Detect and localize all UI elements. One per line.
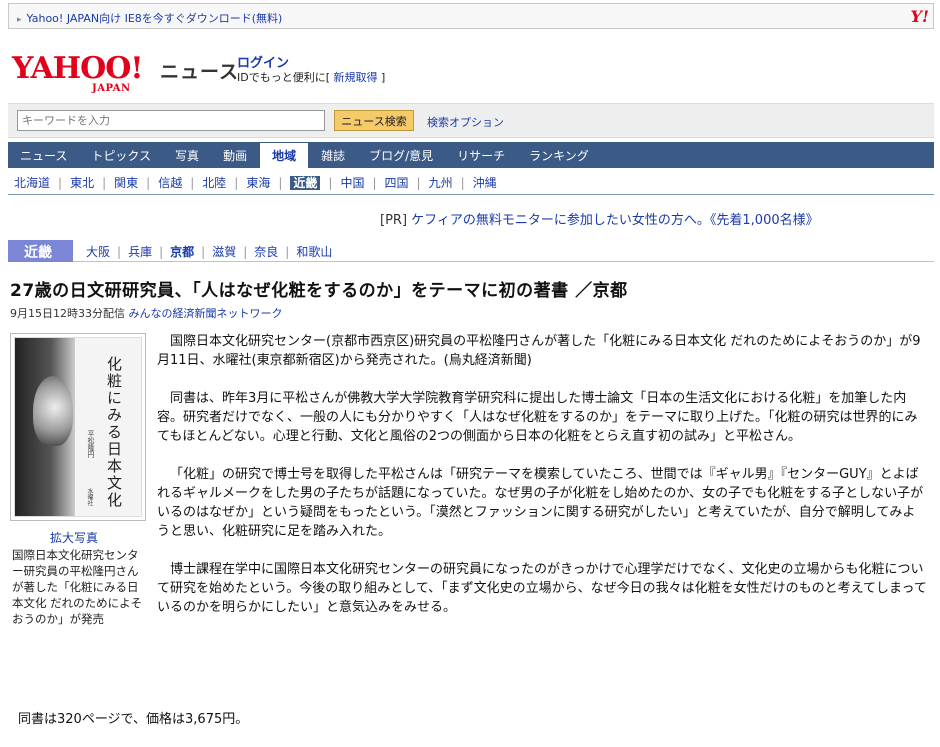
yahoo-logo-text: YAHOO! [12,51,144,86]
divider: | [58,176,63,190]
photo-caption: 国際日本文化研究センター研究員の平松隆円さんが著した「化粧にみる日本文化 だれの… [12,548,143,626]
subnav-shinetsu[interactable]: 信越 [158,176,182,190]
login-sub-prefix: IDでもっと便利に[ [237,71,331,84]
book-title: 化粧にみる日本文化 [105,356,123,509]
search-options-link[interactable]: 検索オプション [427,114,504,130]
pref-nara[interactable]: 奈良 [254,245,278,259]
subnav-kanto[interactable]: 関東 [114,176,138,190]
login-subtext: IDでもっと便利に[ 新規取得 ] [237,69,385,85]
subnav-kinki[interactable]: 近畿 [290,176,321,190]
divider: | [234,176,239,190]
register-link[interactable]: 新規取得 [334,71,378,84]
subnav-shikoku[interactable]: 四国 [385,176,409,190]
ie8-download-link[interactable]: ▸ Yahoo! JAPAN向け IE8を今すぐダウンロード(無料) [17,10,282,26]
subnav-tohoku[interactable]: 東北 [70,176,94,190]
divider: | [117,245,122,259]
tab-magazines[interactable]: 雑誌 [309,142,357,168]
divider: | [416,176,421,190]
divider: | [201,245,206,259]
top-utility-bar: ▸ Yahoo! JAPAN向け IE8を今すぐダウンロード(無料) Y! [8,3,934,29]
divider: | [102,176,107,190]
pr-tag: [PR] [380,213,408,228]
enlarge-photo-link[interactable]: 拡大写真 [50,529,98,546]
article-photo[interactable]: 化粧にみる日本文化 平松隆円 水曜社 [10,333,146,521]
search-input[interactable] [17,110,325,131]
article-headline: 27歳の日文研研究員、「人はなぜ化粧をするのか」をテーマに初の著書 ／京都 [10,281,628,301]
book-cover-image: 化粧にみる日本文化 平松隆円 水曜社 [14,337,142,517]
yahoo-japan-logo[interactable]: YAHOO! JAPAN [12,51,162,95]
article-paragraph: 同書は、昨年3月に平松さんが佛教大学大学院教育学研究科に提出した博士論文「日本の… [157,391,918,444]
section-title[interactable]: ニュース [160,57,239,84]
tab-news[interactable]: ニュース [8,142,79,168]
article-paragraph: 国際日本文化研究センター(京都市西京区)研究員の平松隆円さんが著した「化粧にみる… [157,334,921,368]
login-sub-suffix: ] [381,71,386,84]
divider: | [328,176,333,190]
pref-shiga[interactable]: 滋賀 [212,245,236,259]
tab-blogs-opinions[interactable]: ブログ/意見 [357,142,445,168]
article-dateline: 9月15日12時33分配信 みんなの経済新聞ネットワーク [10,305,283,321]
book-publisher: 水曜社 [86,488,93,506]
ie8-download-text: Yahoo! JAPAN向け IE8を今すぐダウンロード(無料) [26,12,283,25]
pref-osaka[interactable]: 大阪 [86,245,110,259]
subnav-okinawa[interactable]: 沖縄 [473,176,497,190]
divider: | [146,176,151,190]
pref-kyoto[interactable]: 京都 [170,245,194,259]
tab-research[interactable]: リサーチ [445,142,517,168]
pr-text[interactable]: ケフィアの無料モニターに参加したい女性の方へ。《先着1,000名様》 [411,213,818,228]
pref-wakayama[interactable]: 和歌山 [296,245,332,259]
region-subnav: 北海道 | 東北 | 関東 | 信越 | 北陸 | 東海 | 近畿 | 中国 | 四国 | 九州 |… [8,168,934,195]
tab-photos[interactable]: 写真 [163,142,211,168]
main-nav: ニュース トピックス 写真 動画 地域 雑誌 ブログ/意見 リサーチ ランキング [8,142,934,168]
japan-logo-text: JAPAN [92,83,131,94]
tab-region[interactable]: 地域 [259,142,310,168]
subnav-chugoku[interactable]: 中国 [340,176,364,190]
search-bar: ニュース検索 検索オプション [8,103,934,138]
subnav-tokai[interactable]: 東海 [246,176,270,190]
tab-ranking[interactable]: ランキング [517,142,601,168]
news-search-button[interactable]: ニュース検索 [334,110,414,131]
article-date: 9月15日12時33分配信 [10,307,125,320]
article-paragraph: 「化粧」の研究で博士号を取得した平松さんは「研究テーマを模索していたころ、世間で… [157,467,924,539]
divider: | [285,245,290,259]
article-closing: 同書は320ページで、価格は3,675円。 [18,712,249,727]
divider: | [278,176,283,190]
divider: | [372,176,377,190]
subnav-kyushu[interactable]: 九州 [429,176,453,190]
divider: | [243,245,248,259]
pr-ad[interactable]: [PR] ケフィアの無料モニターに参加したい女性の方へ。《先着1,000名様》 [380,209,819,228]
region-label: 近畿 [8,240,73,262]
article-source-link[interactable]: みんなの経済新聞ネットワーク [129,307,283,320]
divider: | [190,176,195,190]
yahoo-mini-logo[interactable]: Y! [911,7,929,26]
article-body: 国際日本文化研究センター(京都市西京区)研究員の平松隆円さんが著した「化粧にみる… [157,332,927,636]
triangle-right-icon: ▸ [17,15,22,25]
cover-face-graphic [33,376,73,446]
subnav-hokkaido[interactable]: 北海道 [14,176,50,190]
subnav-hokuriku[interactable]: 北陸 [202,176,226,190]
article-paragraph: 博士課程在学中に国際日本文化研究センターの研究員になったのがきっかけで心理学だけ… [157,562,927,615]
tab-topics[interactable]: トピックス [79,142,163,168]
pref-hyogo[interactable]: 兵庫 [128,245,152,259]
tab-videos[interactable]: 動画 [211,142,259,168]
divider: | [460,176,465,190]
prefecture-bar: 近畿 大阪 | 兵庫 | 京都 | 滋賀 | 奈良 | 和歌山 [8,240,934,262]
divider: | [159,245,164,259]
book-author: 平松隆円 [87,430,95,458]
